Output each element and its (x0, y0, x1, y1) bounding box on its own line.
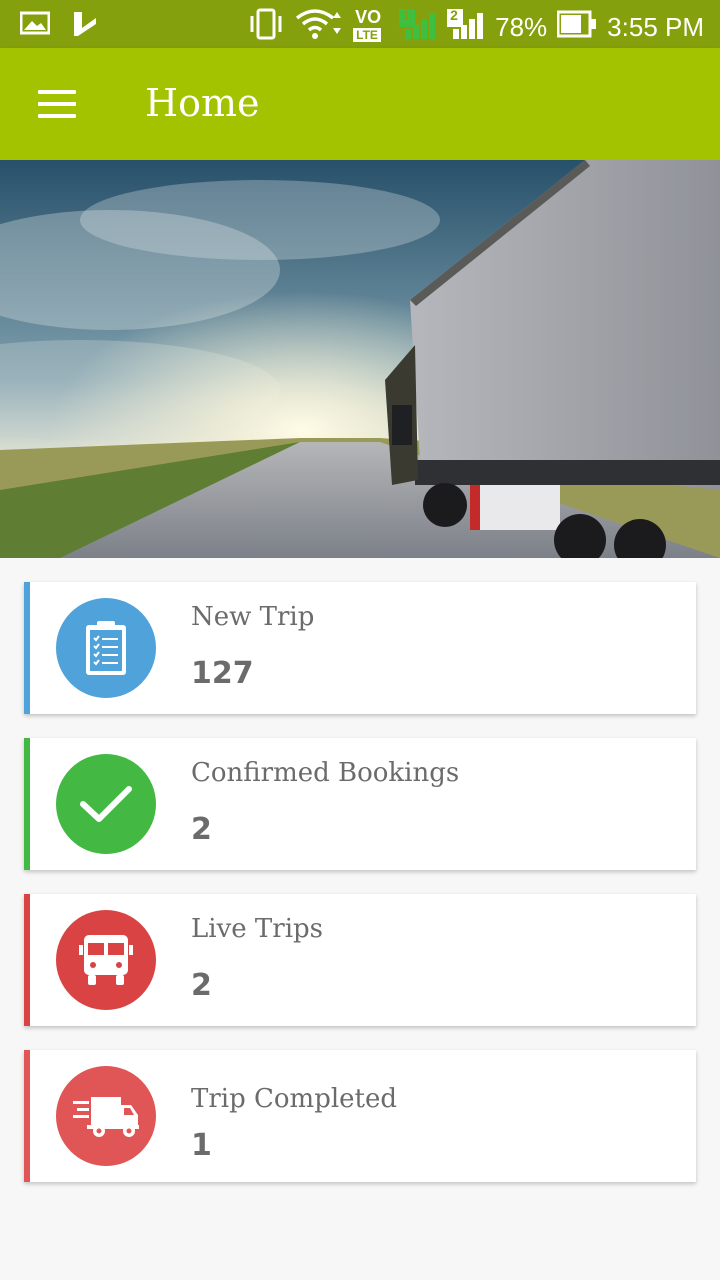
sim2-signal-icon: 2 (447, 7, 485, 48)
page-title: Home (145, 81, 260, 125)
card-label: Trip Completed (191, 1084, 398, 1114)
trip-completed-card[interactable]: Trip Completed 1 (24, 1050, 696, 1182)
new-trip-card[interactable]: New Trip 127 (24, 582, 696, 714)
card-count: 1 (191, 1128, 212, 1163)
battery-icon (556, 10, 597, 45)
dashboard-cards: New Trip 127 Confirmed Bookings 2 Live T… (24, 582, 696, 1206)
wifi-icon (295, 8, 343, 47)
clock: 3:55 PM (607, 12, 704, 42)
menu-icon[interactable] (38, 90, 76, 118)
gallery-notification-icon (19, 11, 51, 40)
hero-truck-image (0, 160, 720, 558)
card-label: Live Trips (191, 914, 323, 944)
card-count: 2 (191, 812, 212, 847)
task-notification-icon (72, 10, 98, 41)
card-count: 2 (191, 968, 212, 1003)
app-bar: Home (0, 48, 720, 160)
battery-percentage: 78% (495, 12, 548, 42)
live-trips-card[interactable]: Live Trips 2 (24, 894, 696, 1026)
sim1-signal-icon: 1 (399, 7, 437, 48)
clipboard-checklist-icon (56, 598, 156, 698)
lte-label: LTE (353, 27, 381, 42)
card-count: 127 (191, 656, 254, 691)
confirmed-bookings-card[interactable]: Confirmed Bookings 2 (24, 738, 696, 870)
volte-icon: VO LTE (353, 7, 389, 45)
sim2-label: 2 (450, 7, 458, 23)
checkmark-icon (56, 754, 156, 854)
card-label: New Trip (191, 602, 315, 632)
vibrate-icon (247, 8, 285, 47)
bus-icon (56, 910, 156, 1010)
status-bar: VO LTE 1 2 78% 3:55 PM (0, 0, 720, 48)
card-label: Confirmed Bookings (191, 758, 460, 788)
volte-label: VO (355, 6, 382, 27)
sim1-label: 1 (402, 7, 410, 23)
fast-delivery-truck-icon (56, 1066, 156, 1166)
